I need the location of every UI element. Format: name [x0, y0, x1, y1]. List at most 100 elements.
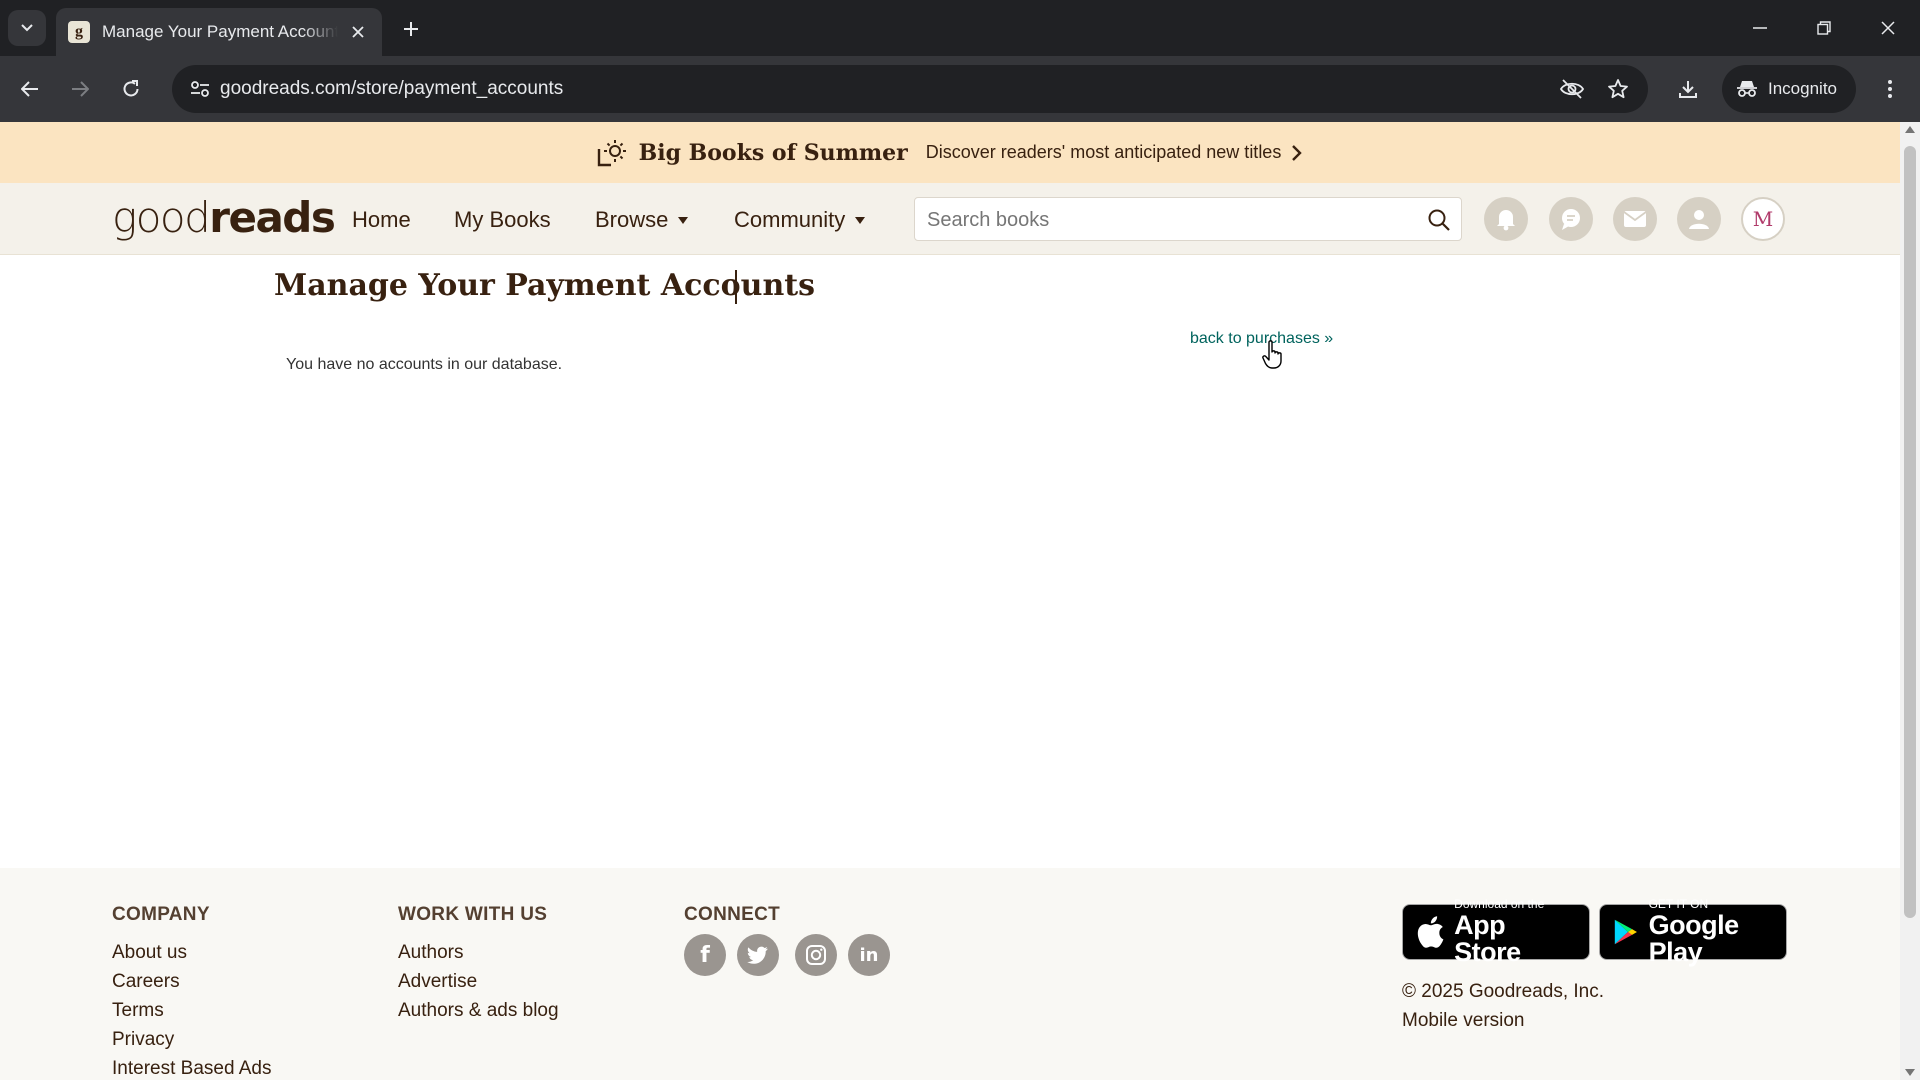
browser-toolbar: goodreads.com/store/payment_accounts Inc… — [0, 56, 1920, 122]
notifications-button[interactable] — [1484, 197, 1528, 241]
instagram-icon[interactable] — [795, 934, 837, 976]
instagram-camera-icon — [806, 945, 826, 965]
close-icon — [1881, 21, 1895, 35]
search-input[interactable] — [927, 207, 1407, 233]
browser-tab-active[interactable]: g Manage Your Payment Accounts — [56, 8, 382, 56]
footer-link-terms[interactable]: Terms — [112, 1000, 164, 1022]
linkedin-icon[interactable]: in — [848, 934, 890, 976]
tab-title: Manage Your Payment Accounts — [102, 22, 338, 41]
nav-my-books[interactable]: My Books — [454, 207, 551, 233]
scroll-up-arrow-icon[interactable] — [1905, 126, 1915, 133]
footer-link-authors[interactable]: Authors — [398, 942, 463, 964]
plus-icon — [404, 22, 418, 36]
twitter-icon[interactable] — [737, 934, 779, 976]
footer-work-heading: WORK WITH US — [398, 904, 548, 925]
site-info-button[interactable] — [182, 71, 218, 107]
text-cursor — [735, 270, 737, 304]
minimize-icon — [1753, 27, 1767, 29]
url-text[interactable]: goodreads.com/store/payment_accounts — [220, 78, 563, 100]
discussions-button[interactable] — [1549, 197, 1593, 241]
friends-button[interactable] — [1677, 197, 1721, 241]
nav-community[interactable]: Community — [734, 207, 866, 233]
empty-accounts-message: You have no accounts in our database. — [286, 356, 563, 373]
tab-search-button[interactable] — [8, 10, 46, 46]
promo-banner[interactable]: Big Books of Summer Discover readers' mo… — [0, 122, 1900, 183]
star-icon — [1608, 79, 1628, 99]
back-button[interactable] — [12, 71, 48, 107]
restore-icon — [1817, 21, 1831, 35]
forward-icon — [72, 81, 89, 97]
goodreads-favicon: g — [68, 21, 90, 43]
google-play-big-text: Google Play — [1648, 910, 1740, 967]
search-button[interactable] — [1423, 204, 1455, 236]
tab-close-button[interactable] — [346, 20, 370, 44]
reload-button[interactable] — [113, 71, 149, 107]
footer-link-interest-ads[interactable]: Interest Based Ads — [112, 1058, 272, 1080]
page-scrollbar[interactable] — [1900, 122, 1920, 1080]
reload-icon — [123, 80, 139, 97]
app-store-badge[interactable]: Download on the App Store — [1402, 898, 1590, 966]
site-header: goodreads Home My Books Browse Community… — [0, 183, 1900, 255]
kebab-menu-icon — [1888, 80, 1892, 98]
footer-connect-heading: CONNECT — [684, 904, 781, 925]
avatar-initial: M — [1752, 207, 1774, 231]
bookmark-button[interactable] — [1602, 73, 1634, 105]
nav-browse[interactable]: Browse — [595, 207, 689, 233]
browser-menu-button[interactable] — [1872, 71, 1908, 107]
footer-link-ads-blog[interactable]: Authors & ads blog — [398, 1000, 559, 1022]
sun-book-icon — [597, 139, 626, 166]
scroll-thumb[interactable] — [1904, 146, 1916, 918]
site-footer: COMPANY About us Careers Terms Privacy I… — [0, 868, 1900, 1080]
nav-my-books-label: My Books — [454, 207, 551, 232]
profile-avatar[interactable]: M — [1741, 197, 1785, 241]
google-play-logo-icon — [1614, 919, 1637, 945]
tracking-protection-button[interactable] — [1556, 73, 1588, 105]
site-info-icon — [191, 81, 209, 97]
close-window-button[interactable] — [1870, 12, 1906, 44]
scroll-down-arrow-icon[interactable] — [1905, 1069, 1915, 1076]
forward-button[interactable] — [62, 71, 98, 107]
footer-link-privacy[interactable]: Privacy — [112, 1029, 174, 1051]
chevron-right-icon — [1291, 144, 1303, 162]
nav-browse-label: Browse — [595, 207, 669, 232]
facebook-glyph: f — [700, 942, 710, 968]
nav-home[interactable]: Home — [352, 207, 411, 233]
nav-home-label: Home — [352, 207, 411, 232]
linkedin-glyph: in — [859, 944, 879, 966]
search-icon — [1428, 209, 1450, 231]
footer-link-about[interactable]: About us — [112, 942, 187, 964]
facebook-icon[interactable]: f — [684, 934, 726, 976]
app-store-big-text: App Store — [1454, 910, 1521, 967]
incognito-indicator[interactable]: Incognito — [1722, 65, 1856, 113]
apple-logo-icon — [1417, 916, 1444, 948]
copyright-text: © 2025 Goodreads, Inc. — [1402, 981, 1605, 1002]
download-icon — [1679, 81, 1697, 98]
address-bar[interactable]: goodreads.com/store/payment_accounts — [172, 65, 1648, 113]
promo-subtitle[interactable]: Discover readers' most anticipated new t… — [926, 142, 1282, 163]
twitter-bird-icon — [747, 946, 768, 964]
search-box — [914, 197, 1462, 241]
footer-link-careers[interactable]: Careers — [112, 971, 180, 993]
bell-icon — [1497, 210, 1515, 231]
incognito-label: Incognito — [1768, 79, 1837, 98]
restore-button[interactable] — [1806, 12, 1842, 44]
new-tab-button[interactable] — [396, 14, 426, 44]
envelope-icon — [1623, 211, 1647, 227]
people-icon — [1689, 210, 1709, 229]
google-play-small-text: GET IT ON — [1648, 897, 1709, 911]
google-play-badge[interactable]: GET IT ON Google Play — [1599, 898, 1787, 966]
downloads-button[interactable] — [1670, 71, 1706, 107]
footer-link-advertise[interactable]: Advertise — [398, 971, 477, 993]
footer-company-heading: COMPANY — [112, 904, 210, 925]
promo-title[interactable]: Big Books of Summer — [639, 140, 908, 166]
goodreads-logo[interactable]: goodreads — [112, 193, 336, 242]
chat-bubble-icon — [1562, 209, 1580, 230]
mobile-version-link[interactable]: Mobile version — [1402, 1010, 1525, 1032]
nav-community-label: Community — [734, 207, 846, 232]
tab-search-icon — [21, 24, 33, 32]
messages-button[interactable] — [1613, 197, 1657, 241]
close-icon — [352, 26, 364, 38]
caret-down-icon — [678, 216, 689, 224]
minimize-button[interactable] — [1742, 12, 1778, 44]
back-icon — [21, 81, 38, 97]
